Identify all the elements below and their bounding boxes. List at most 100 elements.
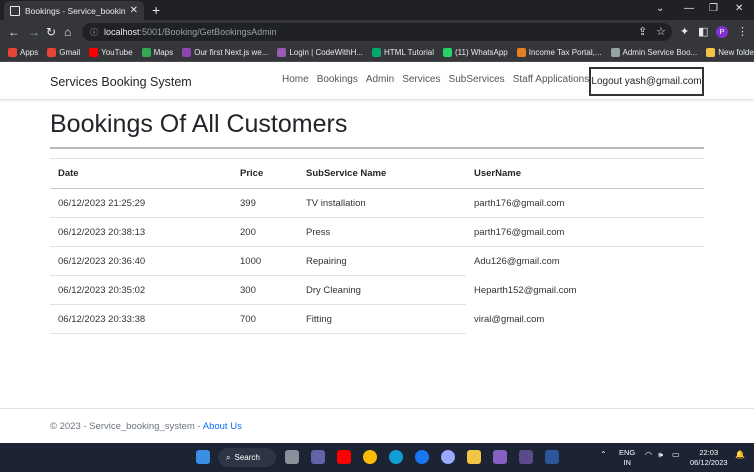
restore-icon[interactable]: ❐ [709,2,718,16]
cell-username: viral@gmail.com [474,313,545,325]
chat-icon[interactable] [311,450,325,464]
cell-date: 06/12/2023 21:25:29 [50,188,232,218]
cell-username: parth176@gmail.com [466,188,704,218]
column-header-username: UserName [466,158,704,189]
cell-date: 06/12/2023 20:33:38 [50,304,232,334]
task-view-icon[interactable] [285,450,299,464]
back-icon[interactable]: ← [8,24,20,40]
facebook-icon[interactable] [415,450,429,464]
window-close-icon[interactable]: ✕ [735,2,743,16]
edge-icon[interactable] [389,450,403,464]
home-icon[interactable]: ⌂ [64,24,71,40]
tab-search-icon[interactable]: ⌄ [656,2,664,16]
profile-avatar[interactable]: P [716,26,728,38]
bookmark-label: HTML Tutorial [384,48,434,57]
apps-grid-icon [8,48,17,57]
address-bar[interactable]: ⓘ localhost:5001/Booking/GetBookingsAdmi… [82,23,672,41]
table-row: 06/12/2023 21:25:29 399 TV installation par… [50,188,704,218]
bookmark-item[interactable]: Gmail [47,48,80,57]
bookmark-item[interactable]: Income Tax Portal,... [516,48,602,57]
table-row: 06/12/2023 20:35:02 300 Dry Cleaning Hepart… [50,275,704,305]
bookmark-item[interactable]: Admin Service Boo... [610,48,698,57]
cell-subservice: TV installation [298,188,466,218]
browser-toolbar: ← → ↻ ⌂ ⓘ localhost:5001/Booking/GetBook… [0,20,754,44]
word-icon[interactable] [545,450,559,464]
nav-subservices[interactable]: SubServices [449,74,505,85]
browser-tab[interactable]: Bookings - Service_booking_sy... ✕ [4,1,144,20]
bookmark-item[interactable]: YouTube [89,48,133,57]
language-indicator[interactable]: ENG IN [619,448,635,468]
site-brand[interactable]: Services Booking System [50,75,192,89]
taskbar-search-label: Search [234,453,260,462]
bookmarks-bar: Apps Gmail YouTube Maps Our first Next.js we… [0,44,754,62]
bookmark-favicon-icon [442,48,452,57]
logout-button[interactable]: Logout yash@gmail.com [589,67,704,96]
table-row: 06/12/2023 20:33:38 700 Fitting viral@gmail… [50,304,704,334]
share-icon[interactable]: ⇪ [638,24,647,40]
page-title: Bookings Of All Customers [50,110,348,138]
site-footer: © 2023 - Service_booking_system - About … [0,408,754,443]
app-icon[interactable] [519,450,533,464]
notifications-icon[interactable]: 🔔 [735,450,745,459]
bookmark-label: Admin Service Boo... [622,48,698,57]
forward-icon[interactable]: → [28,24,40,40]
bookmark-favicon-icon [277,48,287,57]
nav-links: Home Bookings Admin Services SubServices… [282,74,589,85]
new-tab-icon[interactable]: + [152,2,160,18]
bookmark-star-icon[interactable]: ☆ [656,24,666,40]
nav-staff-applications[interactable]: Staff Applications [513,74,590,85]
url-text: localhost:5001/Booking/GetBookingsAdmin [104,27,277,37]
nav-services[interactable]: Services [402,74,440,85]
page-favicon-icon [10,5,20,16]
reload-icon[interactable]: ↻ [46,24,56,40]
search-icon: ⌕ [226,452,231,462]
bookmark-favicon-icon [89,48,99,57]
bookmark-item[interactable]: (11) WhatsApp [442,48,508,57]
menu-icon[interactable]: ⋮ [737,24,748,40]
tab-close-icon[interactable]: ✕ [130,5,138,16]
volume-icon[interactable]: 🕪 [658,450,663,460]
cell-username: parth176@gmail.com [466,217,704,247]
battery-icon[interactable]: ▭ [672,450,680,459]
bookmark-favicon-icon [516,48,526,57]
bookmark-favicon-icon [141,48,151,57]
nav-home[interactable]: Home [282,74,309,85]
nav-bookings[interactable]: Bookings [317,74,358,85]
file-explorer-icon[interactable] [467,450,481,464]
bookmark-item[interactable]: New folder [706,48,754,57]
cell-date: 06/12/2023 20:35:02 [50,275,232,305]
bookmark-item[interactable]: Our first Next.js we... [182,48,268,57]
bookmark-label: Login | CodeWithH... [289,48,364,57]
column-header-subservice: SubService Name [298,158,466,189]
taskbar-search[interactable]: ⌕ Search [218,448,276,467]
table-header-row: Date Price SubService Name UserName [50,158,704,189]
bookmark-favicon-icon [706,48,716,57]
table-row: 06/12/2023 20:36:40 1000 Repairing Adu126@g… [50,246,704,276]
cell-username: Heparth152@gmail.com [474,284,577,296]
bookmark-item[interactable]: Maps [141,48,173,57]
table-row: 06/12/2023 20:38:13 200 Press parth176@gmai… [50,217,704,247]
messenger-icon[interactable] [441,450,455,464]
wifi-icon[interactable]: ◠ [645,450,652,459]
bookmark-item[interactable]: HTML Tutorial [372,48,434,57]
footer-text: © 2023 - Service_booking_system - About … [50,421,242,432]
bookmark-label: YouTube [101,48,133,57]
side-panel-icon[interactable]: ◧ [698,24,708,40]
visual-studio-icon[interactable] [493,450,507,464]
cell-subservice: Dry Cleaning [298,275,466,305]
bookmark-item[interactable]: Apps [8,48,38,57]
youtube-icon[interactable] [337,450,351,464]
minimize-icon[interactable]: — [684,2,694,16]
taskbar-clock[interactable]: 22:03 06/12/2023 [690,448,728,468]
start-icon[interactable] [196,450,210,464]
chrome-icon[interactable] [363,450,377,464]
bookmark-item[interactable]: Login | CodeWithH... [277,48,363,57]
info-icon[interactable]: ⓘ [90,27,98,38]
nav-admin[interactable]: Admin [366,74,394,85]
extensions-icon[interactable]: ✦ [680,24,689,40]
about-us-link[interactable]: About Us [203,421,242,432]
cell-username: Adu126@gmail.com [474,255,560,267]
cell-date: 06/12/2023 20:38:13 [50,217,232,247]
column-header-price: Price [232,158,298,189]
tray-chevron-icon[interactable]: ⌃ [600,450,607,459]
